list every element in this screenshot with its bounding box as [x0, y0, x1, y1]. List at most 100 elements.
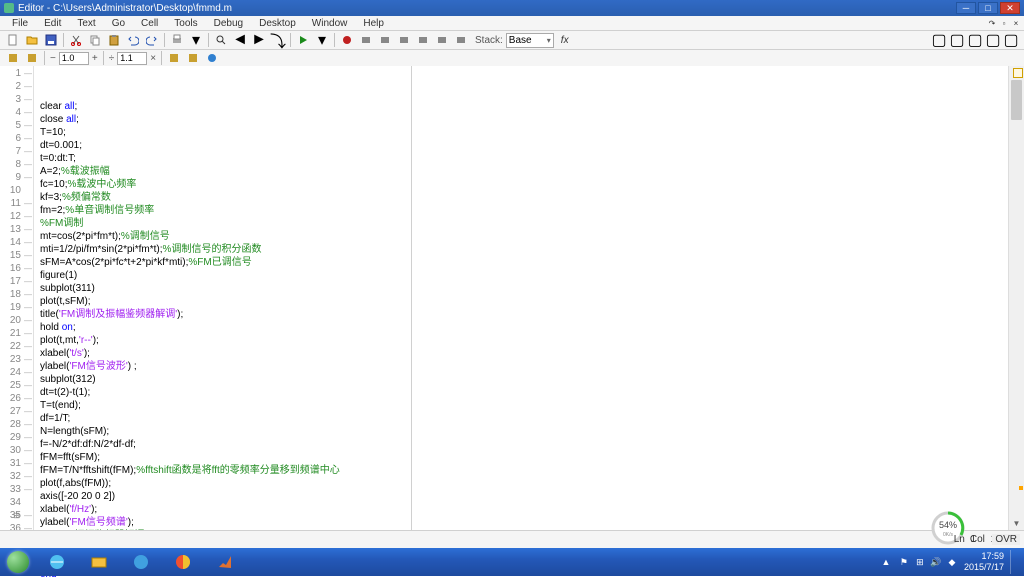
- code-line[interactable]: subplot(311): [40, 282, 1008, 295]
- task-ie[interactable]: [37, 550, 77, 574]
- code-line[interactable]: fFM=fft(sFM);: [40, 451, 1008, 464]
- menu-window[interactable]: Window: [304, 18, 356, 29]
- cell-eval-icon[interactable]: [165, 50, 183, 66]
- doc-curl-button[interactable]: ↷: [986, 18, 998, 28]
- line-number[interactable]: 29: [0, 431, 33, 444]
- scroll-thumb[interactable]: [1011, 80, 1022, 120]
- exit-debug-icon[interactable]: [433, 32, 451, 48]
- step-out-icon[interactable]: [395, 32, 413, 48]
- line-number[interactable]: 15: [0, 249, 33, 262]
- code-line[interactable]: plot(t,mt,'r--');: [40, 334, 1008, 347]
- undo-icon[interactable]: [124, 32, 142, 48]
- new-file-icon[interactable]: [4, 32, 22, 48]
- line-number[interactable]: 23: [0, 353, 33, 366]
- menu-edit[interactable]: Edit: [36, 18, 69, 29]
- redo-icon[interactable]: [143, 32, 161, 48]
- code-analyzer-indicator[interactable]: [1013, 68, 1023, 78]
- run-menu-icon[interactable]: ▾: [313, 32, 331, 48]
- code-line[interactable]: title('FM调制及振幅鉴频器解调');: [40, 308, 1008, 321]
- code-line[interactable]: dt=t(2)-t(1);: [40, 386, 1008, 399]
- line-number[interactable]: 21: [0, 327, 33, 340]
- line-number[interactable]: 14: [0, 236, 33, 249]
- menu-help[interactable]: Help: [355, 18, 392, 29]
- task-explorer[interactable]: [79, 550, 119, 574]
- line-number[interactable]: 13: [0, 223, 33, 236]
- code-line[interactable]: fm=2;%单音调制信号频率: [40, 204, 1008, 217]
- line-number[interactable]: 1: [0, 67, 33, 80]
- line-number[interactable]: 34: [0, 496, 33, 509]
- line-number[interactable]: 7: [0, 145, 33, 158]
- tray-misc-icon[interactable]: ◆: [946, 556, 958, 568]
- code-line[interactable]: N=length(sFM);: [40, 425, 1008, 438]
- line-number[interactable]: 18: [0, 288, 33, 301]
- task-app2[interactable]: [163, 550, 203, 574]
- line-number[interactable]: 28: [0, 418, 33, 431]
- code-line[interactable]: fc=10;%载波中心频率: [40, 178, 1008, 191]
- cell-advance-icon[interactable]: [184, 50, 202, 66]
- status-ovr[interactable]: OVR: [992, 534, 1020, 545]
- minimize-button[interactable]: ─: [956, 2, 976, 14]
- code-line[interactable]: xlabel('t/s');: [40, 347, 1008, 360]
- zoom-minus[interactable]: −: [50, 53, 56, 64]
- menu-tools[interactable]: Tools: [166, 18, 205, 29]
- menu-go[interactable]: Go: [104, 18, 133, 29]
- dock-4-icon[interactable]: ▢: [984, 32, 1002, 48]
- code-line[interactable]: plot(t,sFM);: [40, 295, 1008, 308]
- task-matlab[interactable]: [205, 550, 245, 574]
- code-line[interactable]: figure(1): [40, 269, 1008, 282]
- menu-text[interactable]: Text: [69, 18, 103, 29]
- line-number[interactable]: 19: [0, 301, 33, 314]
- line-number[interactable]: 2: [0, 80, 33, 93]
- cell-publish-icon[interactable]: [203, 50, 221, 66]
- print-preview-icon[interactable]: ▾: [187, 32, 205, 48]
- dock-1-icon[interactable]: ▢: [930, 32, 948, 48]
- code-line[interactable]: T=t(end);: [40, 399, 1008, 412]
- step-icon[interactable]: [357, 32, 375, 48]
- line-number[interactable]: 35: [0, 509, 33, 522]
- code-line[interactable]: hold on;: [40, 321, 1008, 334]
- line-number[interactable]: 24: [0, 366, 33, 379]
- line-number[interactable]: 17: [0, 275, 33, 288]
- code-line[interactable]: dt=0.001;: [40, 139, 1008, 152]
- zoom-plus[interactable]: +: [92, 53, 98, 64]
- stack-selector[interactable]: Base▾: [506, 33, 554, 48]
- run-icon[interactable]: [294, 32, 312, 48]
- stack-icon[interactable]: [452, 32, 470, 48]
- dock-2-icon[interactable]: ▢: [948, 32, 966, 48]
- code-line[interactable]: df=1/T;: [40, 412, 1008, 425]
- line-number[interactable]: 22: [0, 340, 33, 353]
- step-in-icon[interactable]: [376, 32, 394, 48]
- line-number[interactable]: 12: [0, 210, 33, 223]
- breakpoint-icon[interactable]: [338, 32, 356, 48]
- code-line[interactable]: kf=3;%频偏常数: [40, 191, 1008, 204]
- line-number[interactable]: 6: [0, 132, 33, 145]
- open-file-icon[interactable]: [23, 32, 41, 48]
- show-desktop-button[interactable]: [1010, 550, 1018, 574]
- code-line[interactable]: T=10;: [40, 126, 1008, 139]
- forward-icon[interactable]: ►: [250, 32, 268, 48]
- maximize-button[interactable]: □: [978, 2, 998, 14]
- line-number[interactable]: 4: [0, 106, 33, 119]
- start-button[interactable]: [0, 548, 36, 576]
- tray-volume-icon[interactable]: 🔊: [930, 556, 942, 568]
- fx-button[interactable]: fx: [561, 35, 569, 46]
- line-number[interactable]: 10: [0, 184, 33, 197]
- line-number[interactable]: 27: [0, 405, 33, 418]
- cut-icon[interactable]: [67, 32, 85, 48]
- doc-close-button[interactable]: ×: [1010, 18, 1022, 28]
- menu-cell[interactable]: Cell: [133, 18, 166, 29]
- line-number[interactable]: 16: [0, 262, 33, 275]
- code-line[interactable]: fFM=T/N*fftshift(fFM);%fftshift函数是将fft的零…: [40, 464, 1008, 477]
- vertical-scrollbar[interactable]: ▲ ▼: [1008, 66, 1024, 530]
- zoom-value-1[interactable]: [59, 52, 89, 65]
- code-line[interactable]: plot(f,abs(fFM));: [40, 477, 1008, 490]
- line-number[interactable]: 31: [0, 457, 33, 470]
- line-number[interactable]: 30: [0, 444, 33, 457]
- code-line[interactable]: mt=cos(2*pi*fm*t);%调制信号: [40, 230, 1008, 243]
- goto-icon[interactable]: ⤵: [269, 32, 287, 48]
- line-number[interactable]: 33: [0, 483, 33, 496]
- code-line[interactable]: %FM调制: [40, 217, 1008, 230]
- zoom-times[interactable]: ×: [150, 53, 156, 64]
- tray-expand-icon[interactable]: ▲: [880, 556, 892, 568]
- line-number[interactable]: 20: [0, 314, 33, 327]
